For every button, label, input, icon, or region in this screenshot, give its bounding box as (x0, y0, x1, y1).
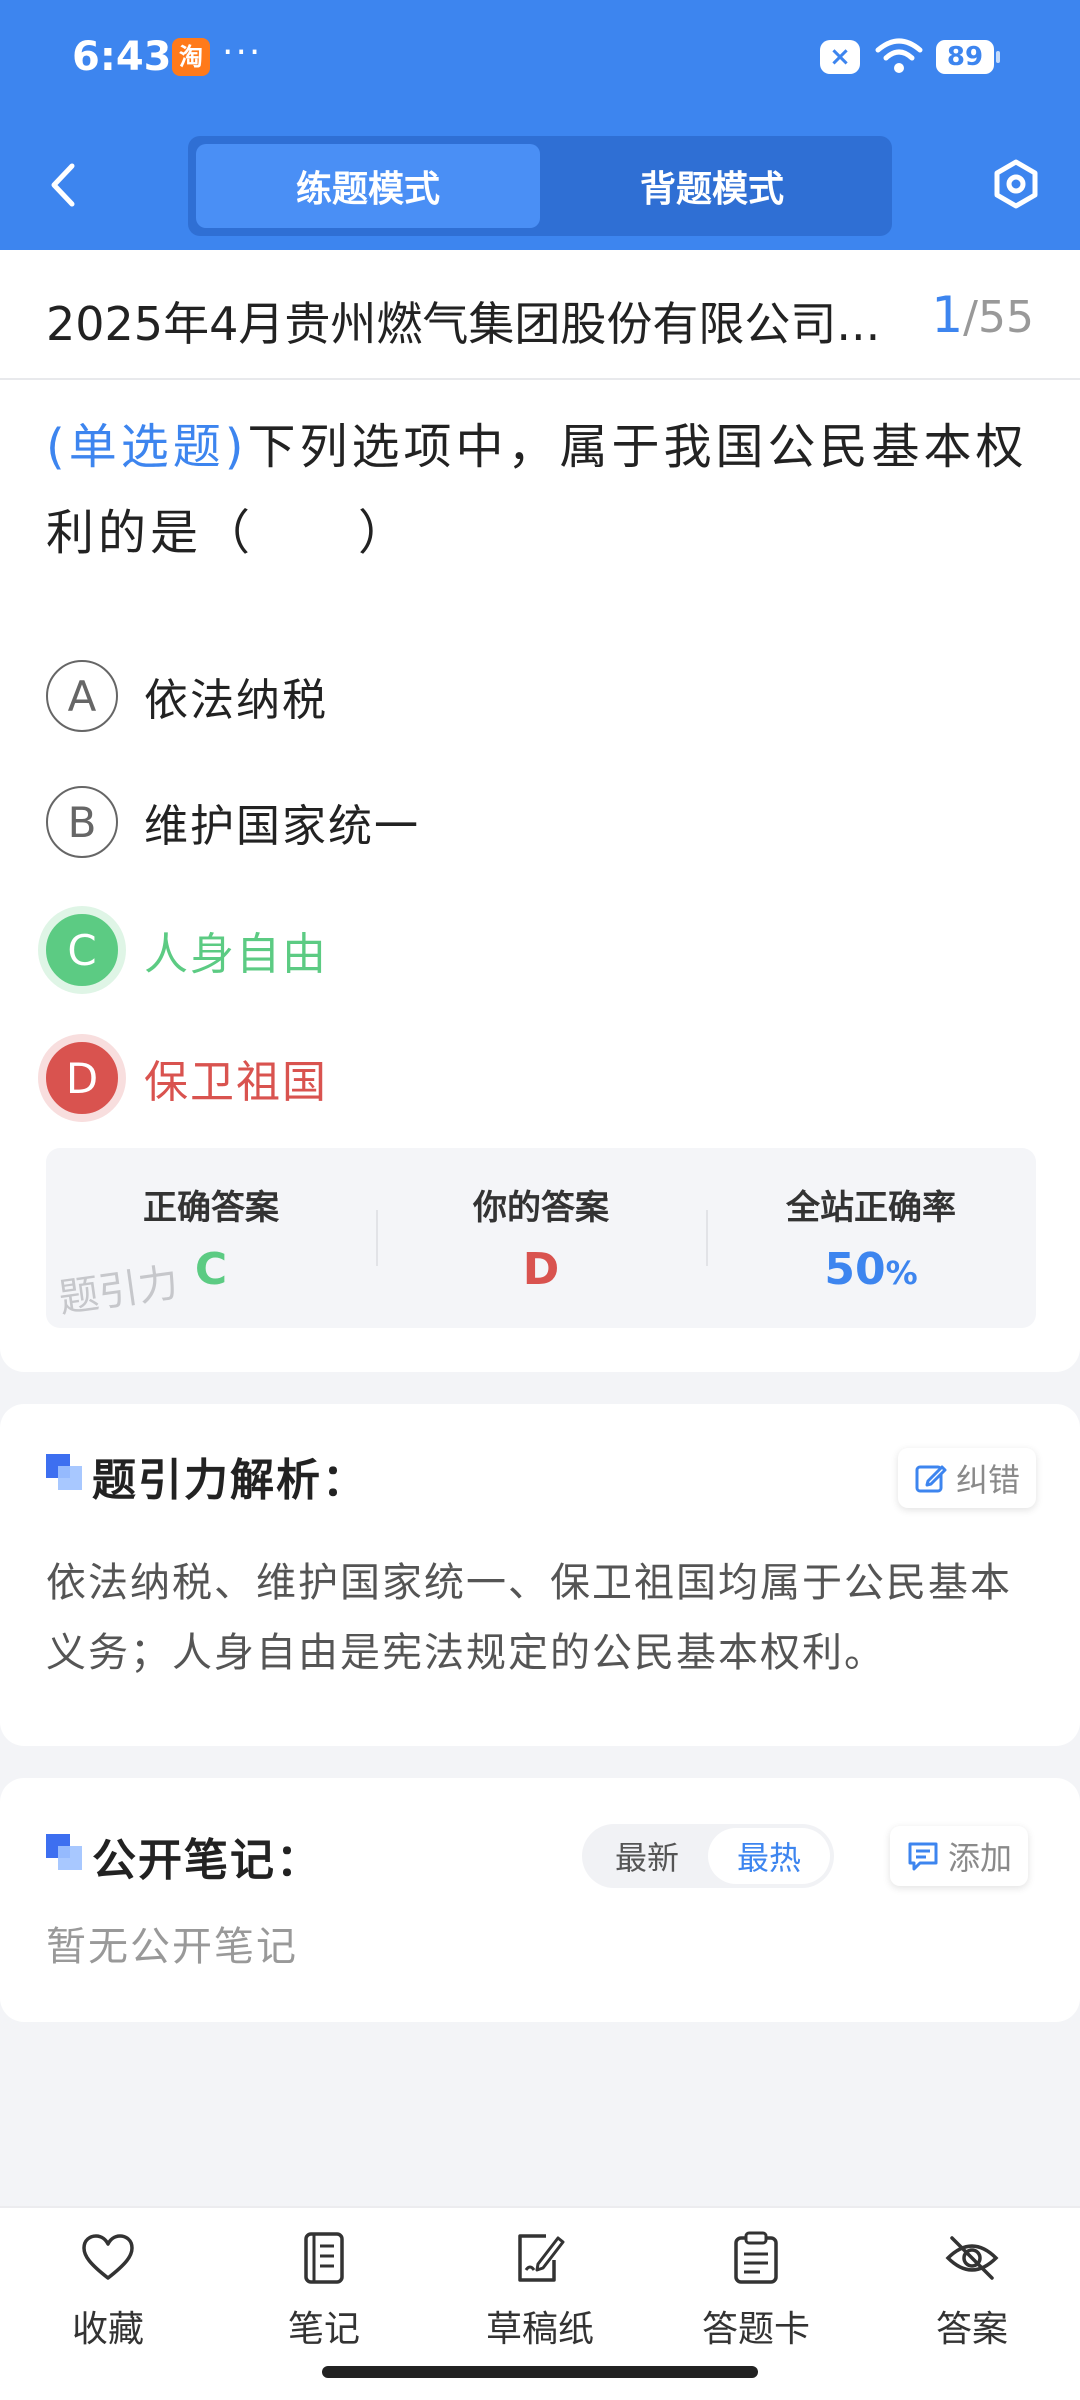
section-squares-icon (46, 1834, 82, 1870)
paper-title: 2025年4月贵州燃气集团股份有限公司... (46, 297, 881, 351)
notebook-icon (304, 2232, 344, 2284)
edit-icon (915, 1465, 947, 1493)
analysis-text: 依法纳税、维护国家统一、保卫祖国均属于公民基本义务；人身自由是宪法规定的公民基本… (46, 1560, 1012, 1676)
section-squares-icon (46, 1454, 82, 1490)
show-answer-label: 答案 (935, 2309, 1008, 2350)
comment-icon (908, 1842, 938, 1871)
answer-card-icon (734, 2231, 778, 2284)
answer-card-label: 答题卡 (701, 2309, 810, 2350)
mode-switch: 练题模式 背题模式 (188, 136, 892, 236)
site-accuracy-unit: % (885, 1254, 918, 1292)
public-notes-card: 公开笔记： 最新 最热 添加 暂无公开笔记 (0, 1778, 1080, 2022)
settings-hexagon-icon[interactable] (990, 158, 1042, 210)
question-type: (单选题) (46, 419, 248, 475)
question-counter[interactable]: 1/55 (931, 286, 1034, 344)
wifi-icon (875, 38, 923, 73)
tab-memorize-mode[interactable]: 背题模式 (540, 144, 884, 228)
analysis-card: 题引力解析： 纠错 依法纳税、维护国家统一、保卫祖国均属于公民基本义务；人身自由… (0, 1404, 1080, 1746)
back-arrow-icon[interactable] (44, 160, 84, 210)
option-a-letter: A (46, 660, 118, 732)
sort-newest[interactable]: 最新 (586, 1828, 708, 1884)
current-question-number: 1 (931, 286, 964, 344)
correct-answer-label: 正确答案 (143, 1188, 279, 1228)
favorite-label: 收藏 (71, 2309, 144, 2350)
notes-sort-toggle: 最新 最热 (582, 1824, 834, 1888)
total-questions: 55 (978, 292, 1034, 343)
draft-paper-label: 草稿纸 (485, 2309, 594, 2350)
more-notifications-icon: ··· (222, 32, 263, 73)
taobao-app-icon: 淘 (172, 38, 210, 76)
question-stem: (单选题)下列选项中，属于我国公民基本权利的是（ ） (46, 404, 1036, 576)
option-a[interactable]: A 依法纳税 (46, 656, 1036, 736)
public-notes-title: 公开笔记： (92, 1835, 322, 1886)
report-error-button[interactable]: 纠错 (898, 1448, 1037, 1508)
report-error-label: 纠错 (956, 1461, 1021, 1499)
my-answer-value: D (522, 1244, 560, 1295)
add-note-label: 添加 (948, 1839, 1013, 1877)
analysis-title: 题引力解析： (92, 1455, 368, 1506)
option-d-wrong[interactable]: D 保卫祖国 (46, 1038, 1036, 1118)
sort-hottest[interactable]: 最热 (708, 1828, 830, 1884)
notes-label: 笔记 (287, 2309, 360, 2350)
site-accuracy-number: 50 (824, 1244, 886, 1295)
site-accuracy-block: 全站正确率 50% (706, 1148, 1036, 1328)
status-bar: 6:43 淘 ··· × 89 (0, 0, 1080, 120)
option-b-letter: B (46, 786, 118, 858)
option-a-text: 依法纳税 (144, 675, 328, 726)
option-d-letter: D (46, 1042, 118, 1114)
top-bar: 6:43 淘 ··· × 89 练题模式 背题模式 (0, 0, 1080, 250)
status-time: 6:43 (72, 34, 172, 80)
network-off-icon: × (820, 40, 860, 74)
option-c-letter: C (46, 914, 118, 986)
no-notes-text: 暂无公开笔记 (46, 1924, 298, 1970)
home-indicator[interactable] (322, 2366, 758, 2378)
paper-title-row[interactable]: 2025年4月贵州燃气集团股份有限公司... 1/55 (0, 250, 1080, 380)
question-card: 2025年4月贵州燃气集团股份有限公司... 1/55 (单选题)下列选项中，属… (0, 250, 1080, 1372)
option-b-text: 维护国家统一 (144, 801, 420, 852)
tab-practice-mode[interactable]: 练题模式 (196, 144, 540, 228)
add-note-button[interactable]: 添加 (890, 1826, 1029, 1886)
favorite-button[interactable]: 收藏 (0, 2208, 216, 2400)
option-d-text: 保卫祖国 (144, 1057, 328, 1108)
option-b[interactable]: B 维护国家统一 (46, 782, 1036, 862)
heart-icon (82, 2234, 134, 2280)
option-c-correct[interactable]: C 人身自由 (46, 910, 1036, 990)
draft-paper-icon (518, 2234, 565, 2282)
eye-off-icon (945, 2236, 999, 2280)
my-answer-label: 你的答案 (473, 1188, 609, 1228)
answer-summary: 正确答案 C 你的答案 D 全站正确率 50% (46, 1148, 1036, 1328)
site-accuracy-label: 全站正确率 (786, 1188, 956, 1228)
site-accuracy-value: 50% (706, 1244, 1036, 1295)
battery-indicator: 89 (936, 40, 1000, 74)
counter-separator: / (963, 292, 978, 343)
option-c-text: 人身自由 (144, 929, 328, 980)
my-answer-block: 你的答案 D (376, 1148, 706, 1328)
show-answer-button[interactable]: 答案 (864, 2208, 1080, 2400)
